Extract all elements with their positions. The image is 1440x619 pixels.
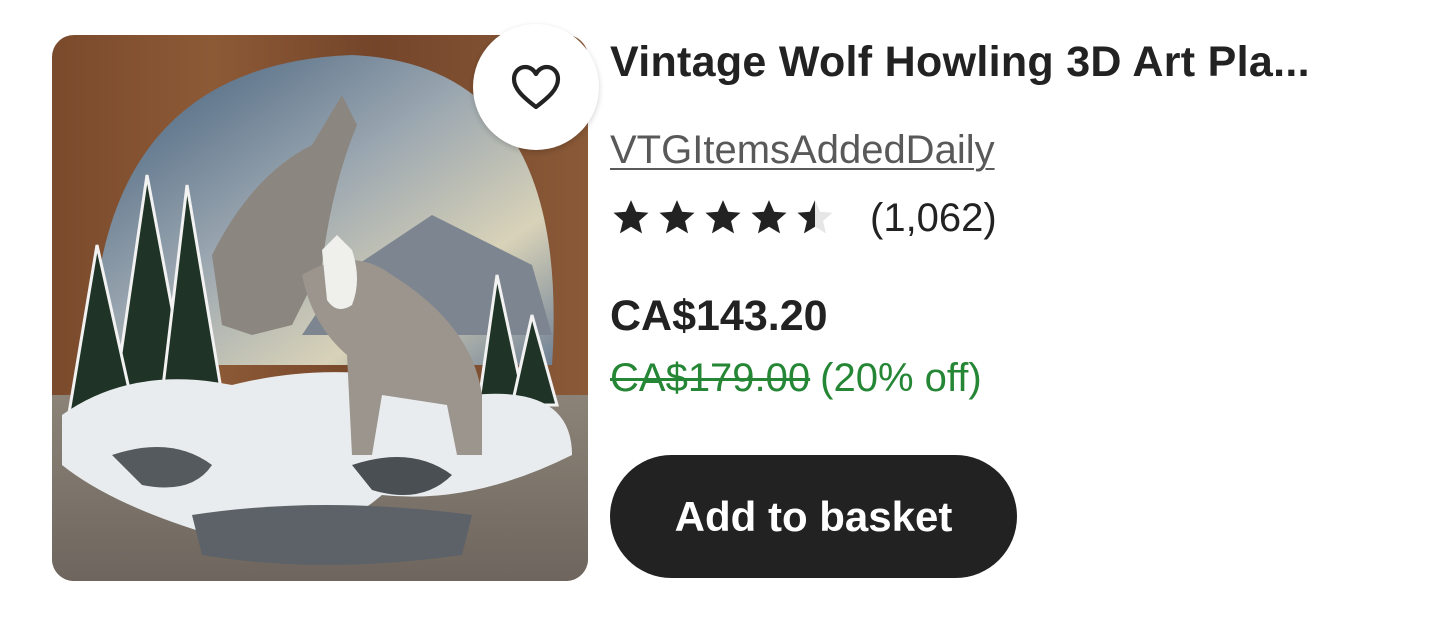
star-half-icon bbox=[797, 200, 833, 234]
listing-title[interactable]: Vintage Wolf Howling 3D Art Pla... bbox=[610, 38, 1390, 87]
star-full-icon bbox=[751, 200, 787, 234]
favorite-button[interactable] bbox=[473, 24, 599, 150]
heart-outline-icon bbox=[511, 64, 561, 110]
sale-price: CA$143.20 bbox=[610, 292, 828, 340]
original-price: CA$179.00 bbox=[610, 356, 811, 400]
star-full-icon bbox=[705, 200, 741, 234]
rating-row: (1,062) bbox=[610, 192, 997, 244]
add-to-basket-button[interactable]: Add to basket bbox=[610, 455, 1017, 578]
listing-card: Vintage Wolf Howling 3D Art Pla... VTGIt… bbox=[0, 0, 1440, 619]
discount-label: (20% off) bbox=[820, 356, 982, 400]
original-price-row: CA$179.00 (20% off) bbox=[610, 356, 982, 401]
star-full-icon bbox=[659, 200, 695, 234]
star-rating bbox=[610, 197, 840, 239]
review-count: (1,062) bbox=[870, 195, 997, 240]
star-full-icon bbox=[613, 200, 649, 234]
shop-name-link[interactable]: VTGItemsAddedDaily bbox=[610, 128, 995, 173]
